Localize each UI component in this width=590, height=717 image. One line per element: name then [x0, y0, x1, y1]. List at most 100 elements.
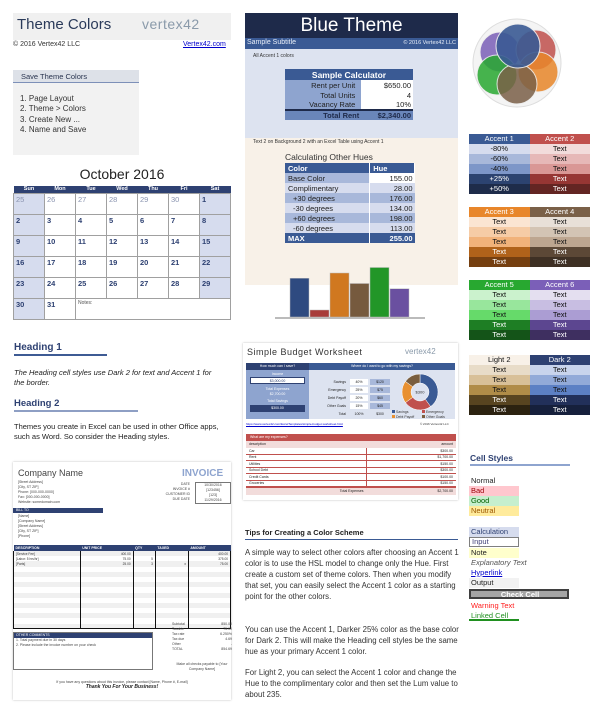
- accent-swatch[interactable]: Text: [469, 395, 530, 405]
- cell-style-warning[interactable]: Warning Text: [469, 601, 529, 611]
- accent-swatch[interactable]: Text: [529, 227, 590, 237]
- accent-swatch[interactable]: Text: [529, 320, 590, 330]
- calendar-day[interactable]: 1: [199, 192, 231, 215]
- calendar-day[interactable]: 26: [106, 276, 138, 299]
- calendar-day[interactable]: 28: [106, 192, 138, 215]
- cell-style-explanatory[interactable]: Explanatory Text: [469, 558, 549, 568]
- calendar-day[interactable]: 6: [137, 213, 169, 236]
- calendar-day[interactable]: 25: [75, 276, 107, 299]
- calendar-day[interactable]: 31: [44, 297, 76, 320]
- calendar-day[interactable]: 8: [199, 213, 231, 236]
- accent-swatch[interactable]: -80%: [469, 144, 530, 154]
- accent-swatch[interactable]: Text: [529, 290, 590, 300]
- accent-swatch[interactable]: Text: [469, 217, 530, 227]
- accent-swatch[interactable]: Text: [469, 227, 530, 237]
- cell-style-hyperlink[interactable]: Hyperlink: [469, 568, 519, 578]
- accent-swatch[interactable]: Text: [529, 217, 590, 227]
- accent-swatch[interactable]: Text: [529, 257, 590, 267]
- calendar-day[interactable]: 26: [44, 192, 76, 215]
- accent-swatch[interactable]: Text: [529, 395, 590, 405]
- cell-style-neutral[interactable]: Neutral: [469, 506, 519, 516]
- calendar-day[interactable]: 14: [168, 234, 200, 257]
- accent-swatch[interactable]: Text: [529, 405, 590, 415]
- accent-swatch[interactable]: Text: [529, 375, 590, 385]
- calendar-day[interactable]: 10: [44, 234, 76, 257]
- accent-swatch[interactable]: Text: [529, 237, 590, 247]
- accent-swatch[interactable]: Text: [469, 385, 530, 395]
- calc-input[interactable]: 4: [361, 90, 413, 100]
- calendar-day[interactable]: 20: [137, 255, 169, 278]
- accent-swatch[interactable]: Text: [529, 154, 590, 164]
- accent-swatch[interactable]: Text: [469, 330, 530, 340]
- calendar-day[interactable]: 28: [168, 276, 200, 299]
- calendar-day[interactable]: 21: [168, 255, 200, 278]
- accent-swatch[interactable]: Text: [529, 164, 590, 174]
- calendar-day[interactable]: 9: [13, 234, 45, 257]
- accent-swatch[interactable]: -60%: [469, 154, 530, 164]
- accent-swatch[interactable]: Text: [469, 365, 530, 375]
- accent-swatch[interactable]: Text: [469, 247, 530, 257]
- accent-swatch[interactable]: +50%: [469, 184, 530, 194]
- calendar-notes[interactable]: Notes:: [75, 297, 231, 320]
- calendar-day[interactable]: 30: [13, 297, 45, 320]
- calendar-day[interactable]: 17: [44, 255, 76, 278]
- cell-style-linked[interactable]: Linked Cell: [469, 611, 519, 621]
- accent-swatch[interactable]: Text: [469, 257, 530, 267]
- accent-swatch[interactable]: Text: [469, 237, 530, 247]
- calendar-day[interactable]: 19: [106, 255, 138, 278]
- calendar-day[interactable]: 29: [137, 192, 169, 215]
- cell-style-calculation[interactable]: Calculation: [469, 527, 519, 537]
- accent-swatch[interactable]: Text: [529, 144, 590, 154]
- vertex42-link[interactable]: Vertex42.com: [183, 41, 226, 48]
- cell-style-check[interactable]: Check Cell: [469, 589, 569, 599]
- accent-swatch[interactable]: Text: [529, 184, 590, 194]
- calendar-day[interactable]: 27: [137, 276, 169, 299]
- cell-style-note[interactable]: Note: [469, 548, 519, 558]
- calendar-day[interactable]: 2: [13, 213, 45, 236]
- calc-input[interactable]: $650.00: [361, 80, 413, 90]
- calendar-day[interactable]: 30: [168, 192, 200, 215]
- accent-swatch[interactable]: Text: [469, 375, 530, 385]
- accent-swatch[interactable]: Text: [469, 290, 530, 300]
- cell-style-normal[interactable]: Normal: [469, 476, 519, 486]
- cell-style-output[interactable]: Output: [469, 578, 519, 588]
- calendar-day[interactable]: 5: [106, 213, 138, 236]
- accent-swatch[interactable]: Text: [469, 300, 530, 310]
- calendar-day[interactable]: 15: [199, 234, 231, 257]
- budget-link[interactable]: https://www.vertex42.com/ExcelTemplates/…: [246, 422, 343, 426]
- accent-swatch[interactable]: Text: [529, 174, 590, 184]
- calendar-day[interactable]: 18: [75, 255, 107, 278]
- calendar-day[interactable]: 24: [44, 276, 76, 299]
- calendar-day[interactable]: 13: [137, 234, 169, 257]
- accent-swatch[interactable]: +25%: [469, 174, 530, 184]
- calendar-day[interactable]: 27: [75, 192, 107, 215]
- calendar-day[interactable]: 16: [13, 255, 45, 278]
- goal-pct[interactable]: 40%: [350, 379, 368, 385]
- goal-pct[interactable]: 25%: [350, 387, 368, 393]
- calendar-day[interactable]: 25: [13, 192, 45, 215]
- calc-input[interactable]: 10%: [361, 100, 413, 110]
- cell-style-input[interactable]: Input: [469, 537, 519, 547]
- cell-style-good[interactable]: Good: [469, 496, 519, 506]
- accent-swatch[interactable]: Text: [469, 405, 530, 415]
- calendar-day[interactable]: 3: [44, 213, 76, 236]
- calendar-day[interactable]: 29: [199, 276, 231, 299]
- accent-swatch[interactable]: Text: [529, 385, 590, 395]
- calendar-day[interactable]: 22: [199, 255, 231, 278]
- calendar-day[interactable]: 7: [168, 213, 200, 236]
- accent-swatch[interactable]: -40%: [469, 164, 530, 174]
- accent-swatch[interactable]: Text: [529, 310, 590, 320]
- accent-swatch[interactable]: Text: [469, 320, 530, 330]
- calendar-day[interactable]: 23: [13, 276, 45, 299]
- accent-swatch[interactable]: Text: [529, 247, 590, 257]
- goal-pct[interactable]: 20%: [350, 395, 368, 401]
- calendar-day[interactable]: 12: [106, 234, 138, 257]
- calendar-day[interactable]: 11: [75, 234, 107, 257]
- accent-swatch[interactable]: Text: [529, 330, 590, 340]
- accent-swatch[interactable]: Text: [529, 300, 590, 310]
- income-input[interactable]: $3,000.00: [250, 377, 305, 384]
- cell-style-bad[interactable]: Bad: [469, 486, 519, 496]
- accent-swatch[interactable]: Text: [469, 310, 530, 320]
- accent-swatch[interactable]: Text: [529, 365, 590, 375]
- calendar-day[interactable]: 4: [75, 213, 107, 236]
